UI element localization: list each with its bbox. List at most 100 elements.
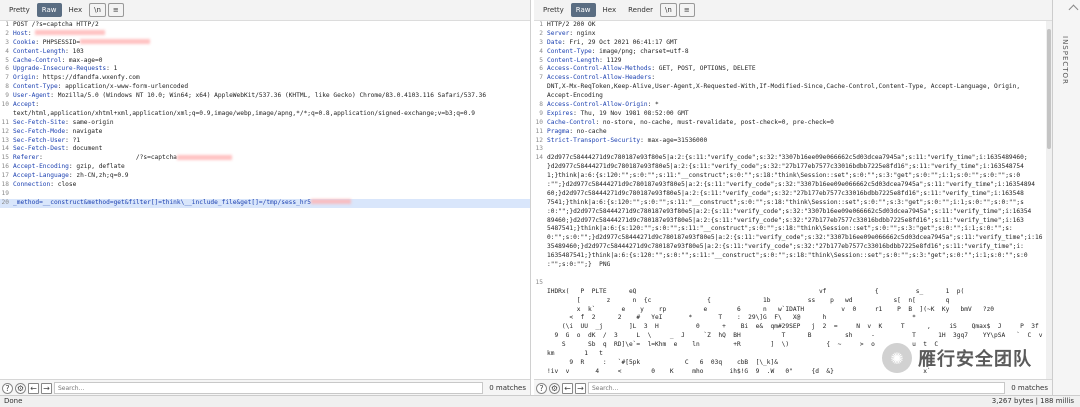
code-line: [ z n {c { 1b ss p wd s[ n[ q	[534, 297, 1052, 306]
collapse-chevron-icon[interactable]	[1068, 4, 1079, 15]
redacted-value	[176, 154, 232, 160]
back-arrow-icon[interactable]: ←	[28, 382, 39, 394]
menu-icon[interactable]: ≡	[107, 3, 124, 17]
inspector-panel[interactable]: INSPECTOR	[1052, 0, 1080, 396]
header-name: Origin	[13, 74, 36, 82]
code-line: 6 Upgrade-Insecure-Requests: 1	[0, 65, 530, 74]
header-value: HTTP/2 200 OK	[547, 21, 596, 28]
forward-arrow-icon[interactable]: →	[41, 382, 52, 394]
line-number: 7	[5, 74, 9, 82]
line-number: 9	[539, 109, 543, 117]
header-value: :	[35, 101, 40, 109]
back-arrow-icon[interactable]: ←	[562, 382, 573, 394]
response-editor[interactable]: 1 HTTP/2 200 OK 2 Server: nginx 3 Date: Fri, …	[534, 21, 1052, 380]
header-value: text/html,application/xhtml+xml,applicat…	[13, 109, 475, 117]
line-number: 13	[535, 145, 543, 153]
tab-pretty[interactable]: Pretty	[4, 3, 35, 17]
code-line: 11 Sec-Fetch-Site: same-origin	[0, 119, 530, 128]
header-value: : 1129	[599, 56, 622, 64]
help-icon[interactable]: ?	[2, 382, 13, 394]
header-value: _method=__construct&method=get&filter[]=…	[13, 198, 312, 206]
code-line: 5487541;}think|a:6:{s:120:"";s:0:"";s:11…	[534, 225, 1052, 234]
code-line: x k` e y rp e 6 n w`IDATH v 0 r1 P B ](~…	[534, 306, 1052, 315]
request-pane: Pretty Raw Hex \n ≡ 1 POST /?s=captcha HT…	[0, 0, 531, 396]
request-search-input[interactable]	[54, 382, 484, 394]
header-value: :	[651, 74, 656, 82]
code-line: 11 Pragma: no-cache	[534, 128, 1052, 137]
header-value: :0:"";}d2d977c58444271d9c780187e93f80e5|…	[547, 207, 1032, 215]
help-icon[interactable]: ?	[536, 382, 547, 394]
menu-icon[interactable]: ≡	[678, 3, 695, 17]
newline-toggle[interactable]: \n	[89, 3, 106, 17]
code-line: 4 Content-Length: 103	[0, 48, 530, 57]
header-value: 5487541;}think|a:6:{s:120:"";s:0:"";s:11…	[547, 225, 1013, 233]
code-line: :"";s:0:"";} PNG	[534, 261, 1052, 270]
line-number: 15	[535, 278, 543, 286]
header-name: Sec-Fetch-Mode	[13, 127, 66, 135]
header-name: Upgrade-Insecure-Requests	[13, 65, 107, 73]
header-value: : Mozilla/5.0 (Windows NT 10.0; Win64; x…	[50, 92, 487, 100]
code-line: 19	[0, 190, 530, 199]
code-line: 9 User-Agent: Mozilla/5.0 (Windows NT 10.…	[0, 92, 530, 101]
line-number: 3	[5, 38, 9, 46]
header-value: : same-origin	[65, 118, 114, 126]
line-number: 14	[1, 145, 9, 153]
tab-raw[interactable]: Raw	[36, 3, 62, 17]
inspector-label[interactable]: INSPECTOR	[1061, 36, 1069, 85]
header-value: : https://dfandfa.wxenfy.com	[35, 74, 140, 82]
code-line: 14 Sec-Fetch-Dest: document	[0, 145, 530, 154]
code-line: 12 Strict-Transport-Security: max-age=315…	[534, 137, 1052, 146]
header-value: : navigate	[65, 127, 103, 135]
line-number: 17	[1, 172, 9, 180]
code-line: 5 Content-Length: 1129	[534, 57, 1052, 66]
code-line: 7 Origin: https://dfandfa.wxenfy.com	[0, 74, 530, 83]
header-name: Strict-Transport-Security	[547, 136, 641, 144]
header-value: 7541;}think|a:6:{s:120:"";s:0:"";s:11:"_…	[547, 198, 1024, 206]
code-line: 18 Connection: close	[0, 181, 530, 190]
header-value: : 103	[65, 47, 84, 55]
redacted-value	[35, 30, 106, 36]
line-number: 4	[539, 47, 543, 55]
tab-pretty[interactable]: Pretty	[538, 3, 569, 17]
header-value: 9 R : `#[5pk C 6 03q cbB [\_k]&	[547, 358, 778, 366]
response-search-input[interactable]	[588, 382, 1006, 394]
header-name: Accept	[13, 101, 36, 109]
line-number: 14	[535, 154, 543, 162]
header-value: :	[27, 29, 36, 37]
code-line: 10 Cache-Control: no-store, no-cache, mus…	[534, 119, 1052, 128]
newline-toggle[interactable]: \n	[660, 3, 677, 17]
request-editor[interactable]: 1 POST /?s=captcha HTTP/2 2 Host: 3 Cookie: …	[0, 21, 530, 380]
header-value: 60;}d2d977c58444271d9c780187e93f80e5|a:2…	[547, 189, 1024, 197]
header-value: 1;}think|a:6:{s:120:"";s:0:"";s:11:"__co…	[547, 172, 1021, 180]
code-line: 8 Access-Control-Allow-Origin: *	[534, 101, 1052, 110]
header-value: : ?1	[65, 136, 81, 144]
header-name: Cache-Control	[547, 118, 596, 126]
code-line: 89460;}d2d977c58444271d9c780187e93f80e5|…	[534, 217, 1052, 226]
code-line: < f 2 2 # YeI * T : 29\]G F\ X@ h *	[534, 314, 1052, 323]
header-value: 89460;}d2d977c58444271d9c780187e93f80e5|…	[547, 216, 1024, 224]
tab-hex[interactable]: Hex	[64, 3, 88, 17]
code-line: 5 Cache-Control: max-age=0	[0, 57, 530, 66]
header-value: : *	[647, 101, 659, 109]
forward-arrow-icon[interactable]: →	[575, 382, 586, 394]
code-line: 4 Content-Type: image/png; charset=utf-8	[534, 48, 1052, 57]
tab-hex[interactable]: Hex	[598, 3, 622, 17]
tab-render[interactable]: Render	[623, 3, 658, 17]
settings-gear-icon[interactable]: ⚙	[15, 382, 26, 394]
line-number: 15	[1, 154, 9, 162]
line-number: 10	[1, 101, 9, 109]
code-line: 17 Accept-Language: zh-CN,zh;q=0.9	[0, 172, 530, 181]
code-line: 35489460;}d2d977c58444271d9c780187e93f80…	[534, 243, 1052, 252]
header-name: Content-Type	[547, 47, 592, 55]
line-number: 1	[539, 21, 543, 28]
code-line: 10 Accept:	[0, 101, 530, 110]
settings-gear-icon[interactable]: ⚙	[549, 382, 560, 394]
scrollbar-thumb[interactable]	[1047, 29, 1051, 149]
tab-raw[interactable]: Raw	[570, 3, 596, 17]
header-name: Content-Length	[547, 56, 600, 64]
header-value: DNT,X-Mx-ReqToken,Keep-Alive,User-Agent,…	[547, 83, 1021, 91]
line-number: 8	[5, 83, 9, 91]
line-number: 6	[539, 65, 543, 73]
code-line: 14 d2d977c58444271d9c780187e93f80e5|a:2:{…	[534, 154, 1052, 163]
